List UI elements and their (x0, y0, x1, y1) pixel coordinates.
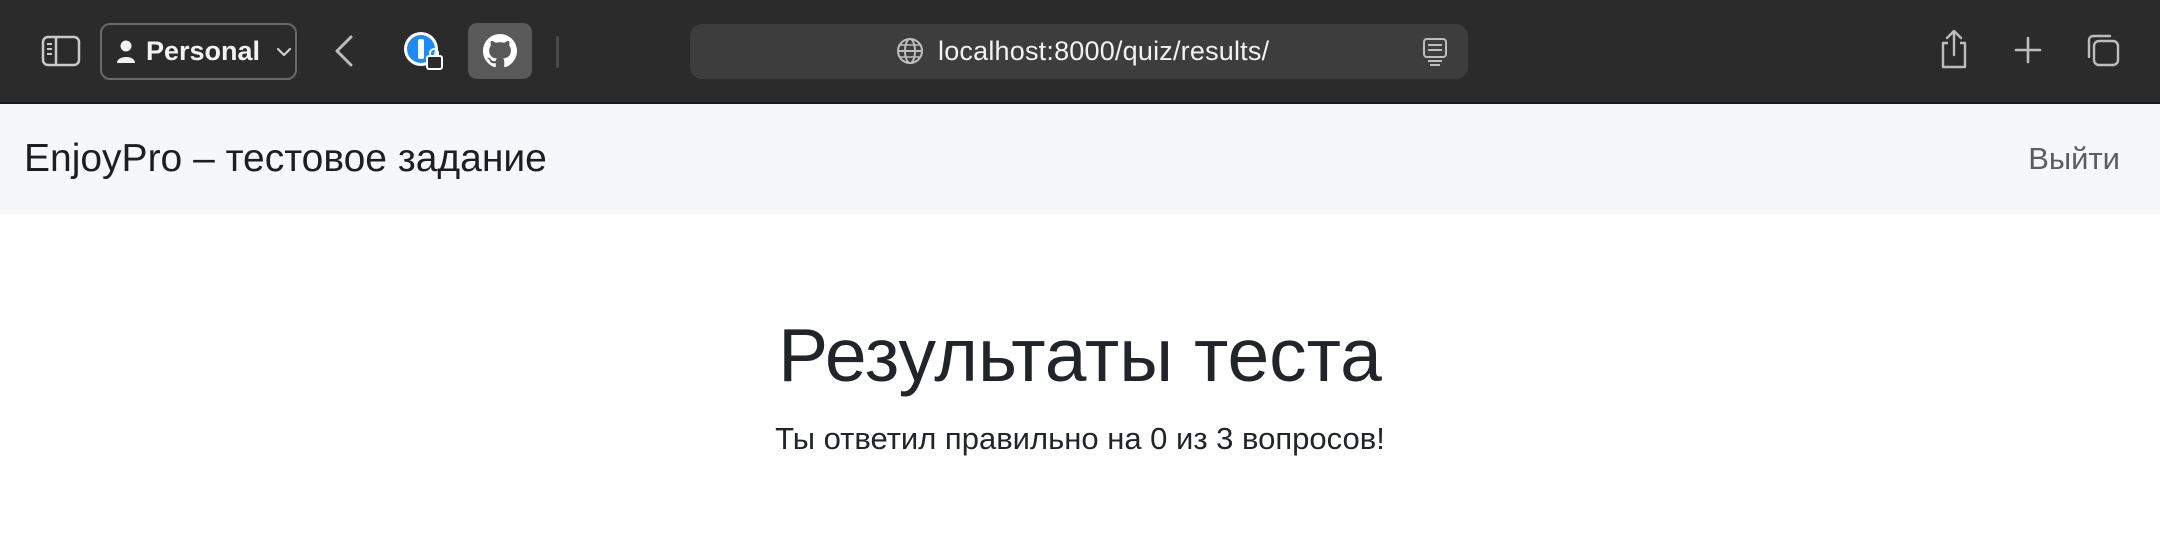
browser-toolbar: Personal localhost:8000/quiz/results/ (0, 0, 2160, 104)
share-button[interactable] (1936, 26, 1972, 72)
github-icon (483, 34, 517, 68)
navbar-brand[interactable]: EnjoyPro – тестовое задание (24, 137, 547, 181)
chevron-down-icon (276, 47, 292, 56)
person-icon (117, 40, 135, 63)
globe-icon (897, 38, 923, 64)
tabs-overview-icon (2087, 34, 2120, 67)
plus-icon (2014, 36, 2042, 64)
share-icon (1941, 29, 1967, 69)
new-tab-button[interactable] (2010, 30, 2046, 70)
reader-icon[interactable] (1422, 37, 1448, 67)
page-title: Результаты теста (778, 313, 1382, 397)
sidebar-icon (41, 35, 81, 67)
toolbar-divider (556, 36, 559, 68)
address-bar[interactable]: localhost:8000/quiz/results/ (690, 24, 1468, 79)
url-text: localhost:8000/quiz/results/ (938, 36, 1270, 66)
logout-link[interactable]: Выйти (2028, 141, 2120, 177)
result-summary: Ты ответил правильно на 0 из 3 вопросов! (775, 421, 1385, 456)
github-extension-button[interactable] (468, 23, 532, 79)
profile-button[interactable]: Personal (100, 23, 297, 80)
profile-label: Personal (146, 36, 261, 66)
sidebar-toggle-button[interactable] (38, 30, 84, 72)
1password-icon (404, 32, 443, 70)
password-manager-extension-button[interactable] (400, 28, 446, 74)
back-button[interactable] (326, 30, 362, 72)
site-navbar: EnjoyPro – тестовое задание Выйти (0, 104, 2160, 214)
chevron-left-icon (335, 35, 353, 67)
results-section: Результаты теста Ты ответил правильно на… (0, 214, 2160, 457)
tab-overview-button[interactable] (2083, 30, 2123, 70)
